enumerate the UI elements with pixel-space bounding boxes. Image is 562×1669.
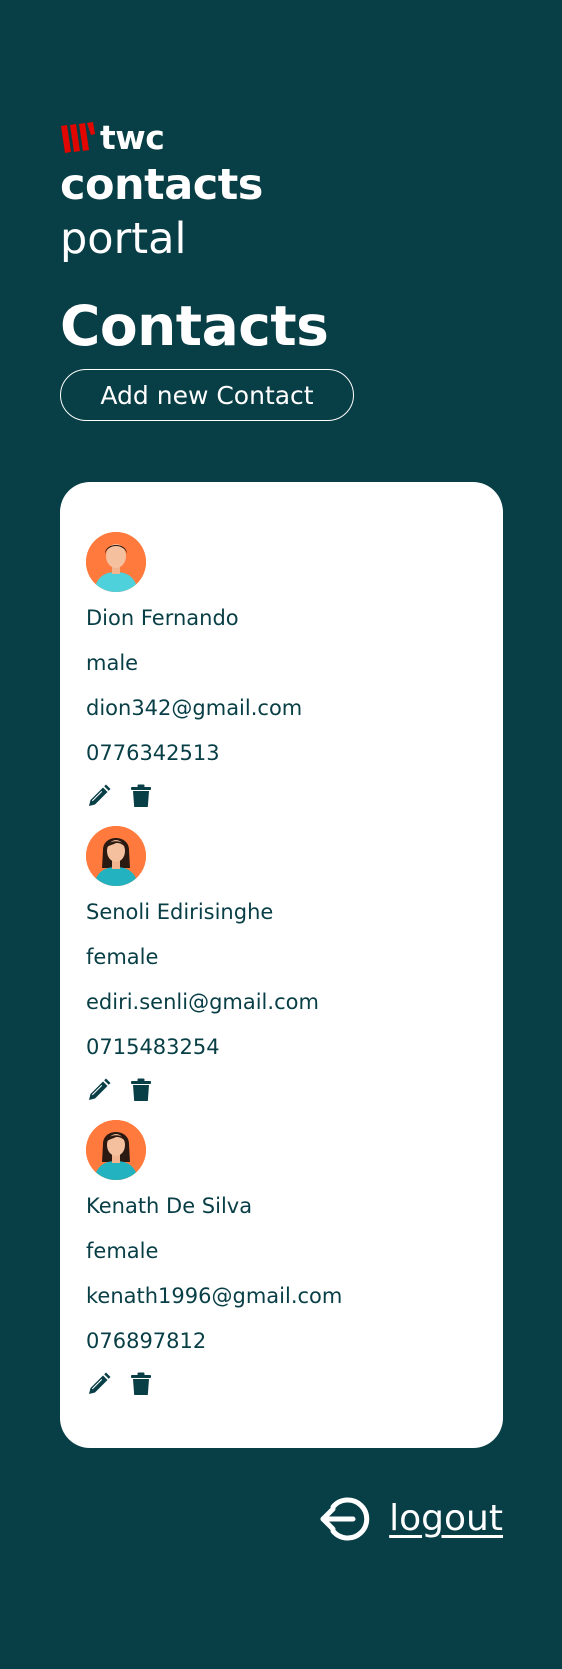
contact-name: Senoli Edirisinghe	[86, 900, 274, 924]
contact-gender: female	[86, 945, 159, 969]
contact-name: Kenath De Silva	[86, 1194, 253, 1218]
add-new-contact-button[interactable]: Add new Contact	[60, 369, 354, 421]
brand-text: twc	[100, 118, 165, 157]
logout-button[interactable]: logout	[319, 1492, 503, 1546]
trash-icon	[131, 1372, 151, 1395]
twc-logo-icon	[60, 120, 96, 156]
contact-name: Dion Fernando	[86, 606, 239, 630]
contact-item: Senoli Edirisinghe female ediri.senli@gm…	[86, 826, 486, 1116]
app-title-line-2: portal	[60, 214, 187, 264]
contact-actions	[86, 1370, 154, 1398]
brand-logo: twc	[60, 118, 165, 158]
contact-actions	[86, 782, 154, 810]
pencil-icon	[89, 784, 111, 806]
logout-label: logout	[389, 1498, 503, 1539]
contact-item: Dion Fernando male dion342@gmail.com 077…	[86, 532, 486, 822]
delete-contact-button[interactable]	[128, 1077, 154, 1103]
edit-contact-button[interactable]	[86, 1077, 112, 1103]
logout-icon	[319, 1492, 373, 1546]
contact-gender: male	[86, 651, 139, 675]
pencil-icon	[89, 1078, 111, 1100]
delete-contact-button[interactable]	[128, 783, 154, 809]
page-container: twc contacts portal Contacts Add new Con…	[60, 0, 503, 1669]
page-title: Contacts	[60, 294, 329, 358]
edit-contact-button[interactable]	[86, 1371, 112, 1397]
contact-gender: female	[86, 1239, 159, 1263]
contact-email: kenath1996@gmail.com	[86, 1284, 343, 1308]
male-avatar-icon	[86, 532, 146, 592]
trash-icon	[131, 1078, 151, 1101]
edit-contact-button[interactable]	[86, 783, 112, 809]
contact-actions	[86, 1076, 154, 1104]
app-title-line-1: contacts	[60, 160, 263, 210]
contact-phone: 0715483254	[86, 1035, 220, 1059]
delete-contact-button[interactable]	[128, 1371, 154, 1397]
female-avatar-icon	[86, 1120, 146, 1180]
trash-icon	[131, 784, 151, 807]
contact-phone: 0776342513	[86, 741, 220, 765]
contact-item: Kenath De Silva female kenath1996@gmail.…	[86, 1120, 486, 1410]
pencil-icon	[89, 1372, 111, 1394]
contacts-card: Dion Fernando male dion342@gmail.com 077…	[60, 482, 503, 1448]
contact-phone: 076897812	[86, 1329, 207, 1353]
contact-email: dion342@gmail.com	[86, 696, 303, 720]
contact-email: ediri.senli@gmail.com	[86, 990, 319, 1014]
female-avatar-icon	[86, 826, 146, 886]
